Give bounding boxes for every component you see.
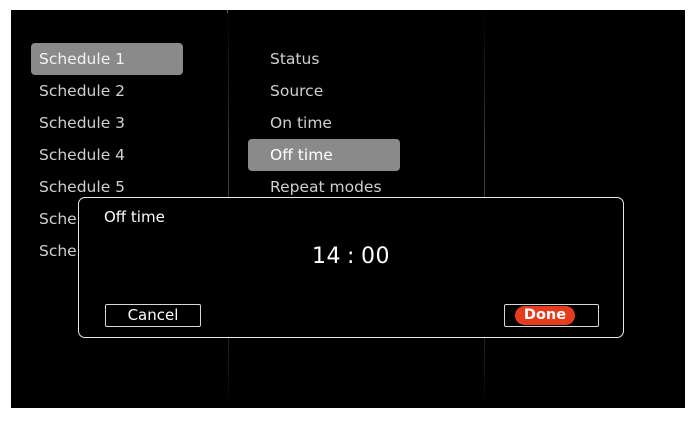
schedule-settings-list: Status Source On time Off time Repeat mo… [248, 43, 400, 203]
schedule-item-3[interactable]: Schedule 3 [31, 107, 183, 139]
dialog-title: Off time [104, 208, 165, 226]
time-picker[interactable]: 14:00 [79, 244, 623, 269]
done-label: Done [515, 306, 575, 325]
time-separator: : [347, 244, 355, 269]
schedule-item-4[interactable]: Schedule 4 [31, 139, 183, 171]
off-time-dialog: Off time 14:00 Cancel Done [78, 197, 624, 338]
settings-item-status[interactable]: Status [248, 43, 400, 75]
settings-item-source[interactable]: Source [248, 75, 400, 107]
minute-value[interactable]: 00 [361, 244, 390, 269]
done-button[interactable]: Done [504, 304, 599, 327]
hour-value[interactable]: 14 [312, 244, 341, 269]
cancel-button[interactable]: Cancel [105, 304, 201, 327]
osd-screen: Schedule 1 Schedule 2 Schedule 3 Schedul… [11, 10, 685, 408]
settings-item-off-time[interactable]: Off time [248, 139, 400, 171]
schedule-item-1[interactable]: Schedule 1 [31, 43, 183, 75]
schedule-item-2[interactable]: Schedule 2 [31, 75, 183, 107]
settings-item-on-time[interactable]: On time [248, 107, 400, 139]
